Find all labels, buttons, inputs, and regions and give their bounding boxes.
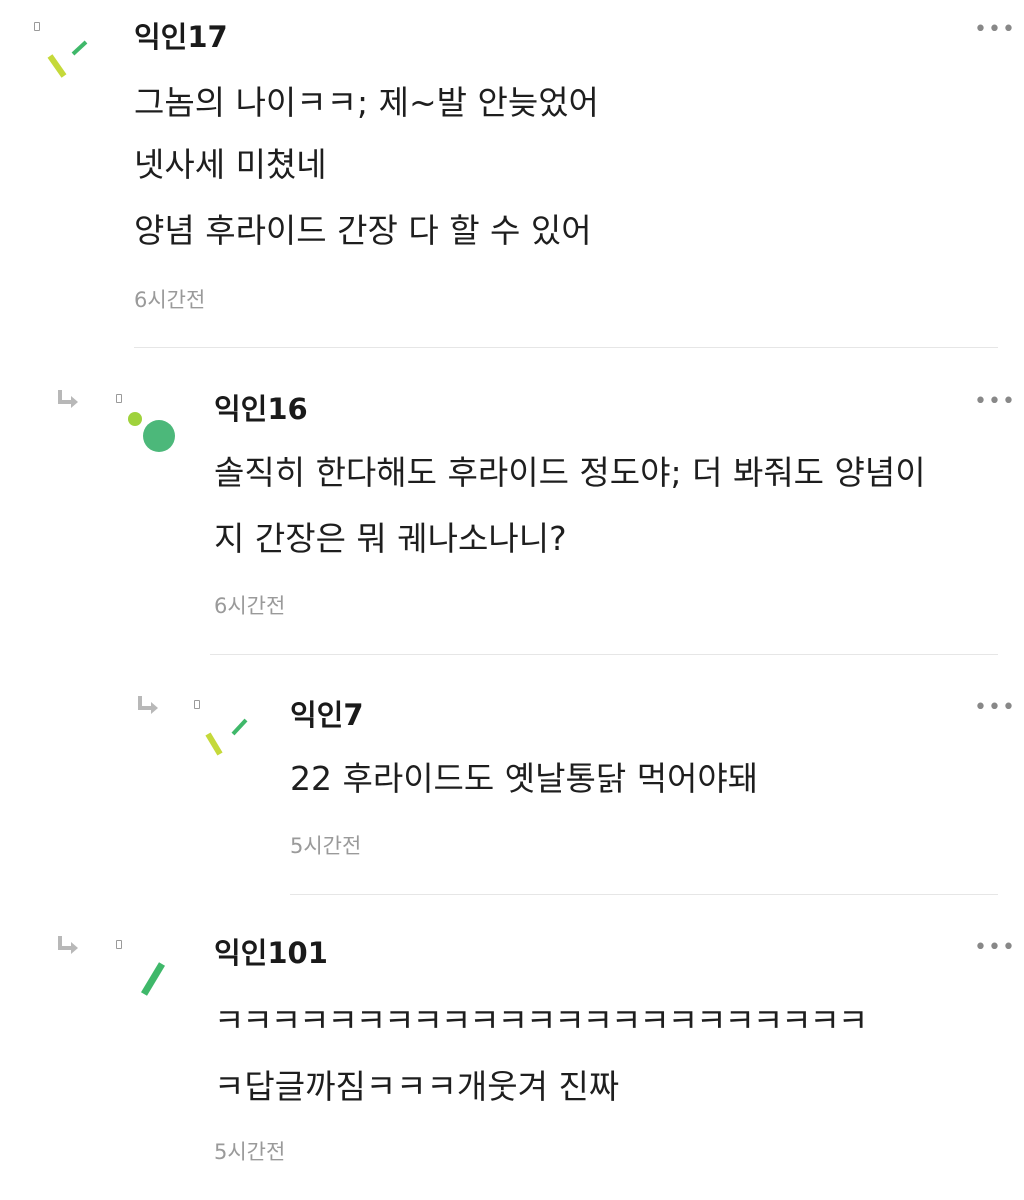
more-dots-icon[interactable]: ••• [974,937,1016,959]
user-badge-icon [116,940,122,949]
comment-text-line: ㅋㅋㅋㅋㅋㅋㅋㅋㅋㅋㅋㅋㅋㅋㅋㅋㅋㅋㅋㅋㅋㅋㅋ [214,1001,868,1040]
avatar[interactable] [122,950,182,1010]
timestamp: 5시간전 [214,1140,286,1164]
nickname[interactable]: 익인101 [214,930,328,972]
reply-arrow-icon [58,936,78,954]
comment-text-line: ㅋ답글까짐ㅋㅋㅋ개웃겨 진짜 [214,1067,620,1106]
comment-item: 익인101 ••• ㅋㅋㅋㅋㅋㅋㅋㅋㅋㅋㅋㅋㅋㅋㅋㅋㅋㅋㅋㅋㅋㅋㅋ ㅋ답글까짐ㅋ… [0,0,1024,1200]
